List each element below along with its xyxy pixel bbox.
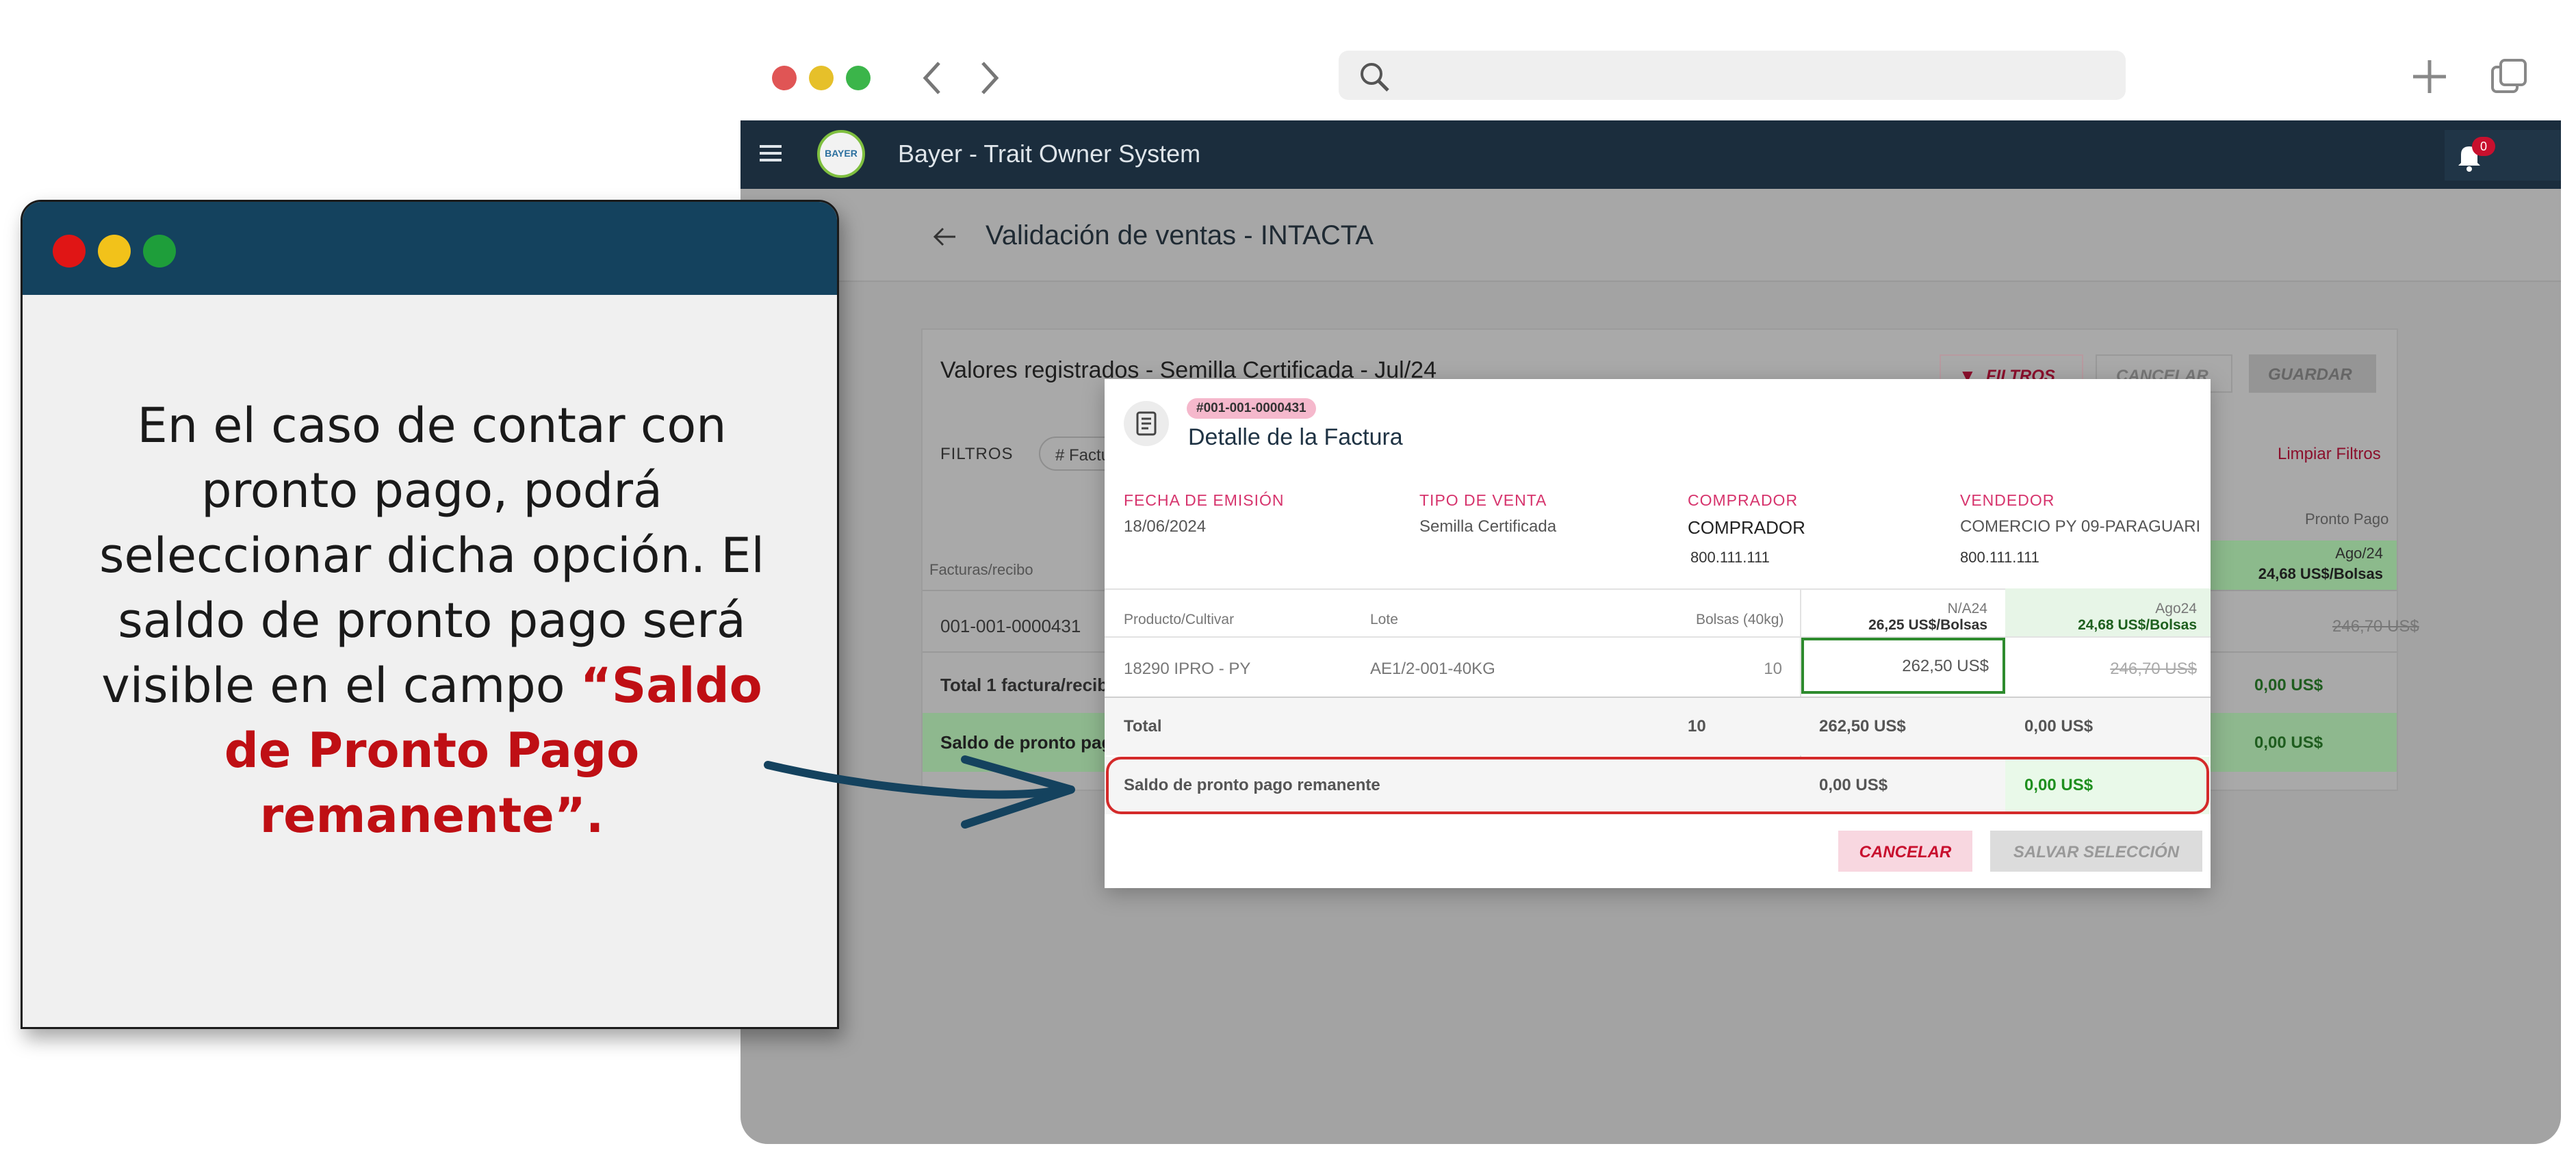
close-dot bbox=[53, 235, 86, 268]
comprador-id: 800.111.111 bbox=[1690, 549, 1770, 566]
invoice-detail-dialog: #001-001-0000431 Detalle de la Factura F… bbox=[1105, 379, 2211, 888]
ago24-row-value[interactable]: 246,70 US$ bbox=[2015, 660, 2197, 679]
col-ago24-rate: 24,68 US$/Bolsas bbox=[2078, 617, 2197, 633]
col-na24: N/A24 bbox=[1947, 601, 1987, 616]
row-bolsas: 10 bbox=[1764, 660, 1782, 678]
pronto-pago-header: Pronto Pago bbox=[2305, 510, 2389, 528]
vendedor-label: VENDEDOR bbox=[1960, 491, 2055, 509]
callout-arrow-icon bbox=[764, 755, 1075, 829]
page-title: Validación de ventas - INTACTA bbox=[986, 220, 1374, 250]
limpiar-filtros-link[interactable]: Limpiar Filtros bbox=[2278, 445, 2381, 464]
col-ago24: Ago24 bbox=[2155, 601, 2197, 616]
maximize-dot bbox=[143, 235, 176, 268]
save-selection-button[interactable]: SALVAR SELECCIÓN bbox=[1990, 831, 2202, 872]
col-bolsas: Bolsas (40kg) bbox=[1696, 612, 1784, 627]
bayer-logo: BAYER bbox=[817, 130, 865, 178]
tutorial-titlebar bbox=[23, 202, 837, 295]
invoice-icon bbox=[1124, 401, 1169, 446]
na24-selected-cell[interactable]: 262,50 US$ bbox=[1801, 638, 2005, 694]
row-lote: AE1/2-001-40KG bbox=[1370, 660, 1495, 678]
total-value: 0,00 US$ bbox=[2254, 676, 2323, 694]
comprador-label: COMPRADOR bbox=[1688, 491, 1799, 509]
window-maximize-dot[interactable] bbox=[846, 66, 871, 90]
minimize-dot bbox=[98, 235, 131, 268]
tutorial-text: En el caso de contar con pronto pago, po… bbox=[64, 393, 800, 848]
window-minimize-dot[interactable] bbox=[809, 66, 834, 90]
search-icon bbox=[1361, 63, 1389, 92]
address-bar[interactable] bbox=[1339, 51, 2126, 100]
filters-label: FILTROS bbox=[940, 445, 1014, 463]
notification-badge: 0 bbox=[2472, 137, 2495, 156]
divider bbox=[1105, 636, 2211, 638]
row-producto: 18290 IPRO - PY bbox=[1124, 660, 1251, 678]
page-header: Validación de ventas - INTACTA bbox=[740, 189, 2561, 282]
forward-icon[interactable] bbox=[976, 59, 1003, 97]
total-ago24: 0,00 US$ bbox=[2024, 717, 2094, 736]
tipo-value: Semilla Certificada bbox=[1419, 517, 1557, 536]
window-close-dot[interactable] bbox=[772, 66, 797, 90]
facturas-header: Facturas/recibo bbox=[929, 561, 1033, 578]
total-na24: 262,50 US$ bbox=[1819, 717, 1906, 736]
vendedor-id: 800.111.111 bbox=[1960, 549, 2039, 566]
col-producto: Producto/Cultivar bbox=[1124, 612, 1235, 627]
menu-icon[interactable] bbox=[758, 141, 783, 166]
new-tab-icon[interactable] bbox=[2409, 56, 2450, 97]
total-label: Total 1 factura/recibo bbox=[940, 675, 1120, 695]
total-bolsas: 10 bbox=[1688, 717, 1706, 736]
dialog-title: Detalle de la Factura bbox=[1188, 424, 1403, 450]
row-invoice: 001-001-0000431 bbox=[940, 616, 1081, 636]
fecha-value: 18/06/2024 bbox=[1124, 517, 1207, 536]
tipo-label: TIPO DE VENTA bbox=[1419, 491, 1547, 509]
app-toolbar: BAYER Bayer - Trait Owner System 0 bbox=[740, 120, 2561, 189]
arrow-back-icon[interactable] bbox=[931, 224, 958, 249]
app-title: Bayer - Trait Owner System bbox=[898, 140, 1201, 168]
col-lote: Lote bbox=[1370, 612, 1398, 627]
col-na24-rate: 26,25 US$/Bolsas bbox=[1868, 617, 1987, 633]
vendedor-value: COMERCIO PY 09-PARAGUARI bbox=[1960, 517, 2201, 536]
invoice-badge: #001-001-0000431 bbox=[1187, 398, 1316, 419]
total-label: Total bbox=[1124, 717, 1162, 736]
saldo-highlight-box bbox=[1106, 757, 2209, 814]
tabs-overview-icon[interactable] bbox=[2488, 56, 2529, 97]
guardar-button[interactable]: GUARDAR bbox=[2249, 354, 2376, 393]
cancel-button[interactable]: CANCELAR bbox=[1838, 831, 1972, 872]
notification-area: 0 bbox=[2445, 130, 2561, 181]
fecha-label: FECHA DE EMISIÓN bbox=[1124, 491, 1285, 509]
tutorial-panel: En el caso de contar con pronto pago, po… bbox=[21, 200, 839, 1029]
comprador-value: COMPRADOR bbox=[1688, 517, 1805, 538]
row-value: 246,70 US$ bbox=[2332, 617, 2419, 636]
back-icon[interactable] bbox=[918, 59, 946, 97]
